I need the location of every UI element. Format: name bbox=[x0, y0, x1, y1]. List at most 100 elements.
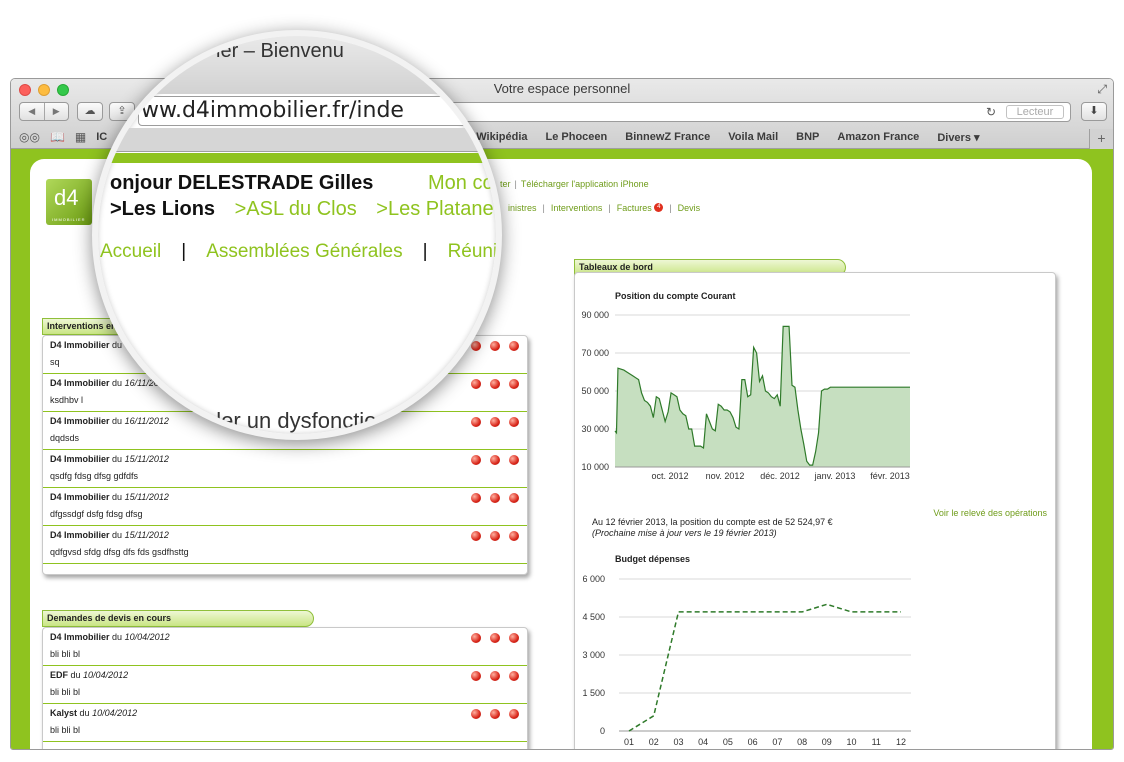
forward-button[interactable]: ▶ bbox=[43, 103, 69, 120]
interventions-link[interactable]: Interventions bbox=[551, 203, 603, 213]
tableaux-panel: Position du compte Courant 90 000 70 000 5… bbox=[574, 272, 1056, 749]
menu-accueil[interactable]: Accueil bbox=[100, 241, 161, 262]
item-du: du bbox=[79, 708, 90, 718]
list-item[interactable]: Kalyst du 10/04/2012 bli bli bl bbox=[43, 704, 527, 742]
signaler-dysfonctionnement-text[interactable]: aler un dysfonctio bbox=[204, 408, 376, 434]
bookmarks-book-icon[interactable]: 📖 bbox=[50, 130, 65, 144]
status-dot-icon[interactable] bbox=[471, 455, 481, 465]
magnifier-content: ier – Bienvenu ww.d4immobilier.fr/inde o… bbox=[98, 36, 496, 434]
item-description: dqdsds bbox=[50, 433, 80, 443]
series-line bbox=[628, 603, 901, 732]
devis-link[interactable]: Devis bbox=[678, 203, 701, 213]
item-company: D4 Immobilier bbox=[50, 454, 110, 464]
list-item[interactable]: EDF du 10/04/2012 bli bli bl bbox=[43, 666, 527, 704]
residence-link-asl[interactable]: >ASL du Clos bbox=[235, 198, 357, 220]
d4-logo[interactable]: d4 IMMOBILIER bbox=[46, 179, 92, 225]
status-dot-icon[interactable] bbox=[490, 709, 500, 719]
item-date: 15/11/2012 bbox=[124, 530, 169, 540]
x-tick-label: févr. 2013 bbox=[870, 471, 910, 481]
item-description: dfgssdgf dsfg fdsg dfsg bbox=[50, 509, 143, 519]
status-dot-icon[interactable] bbox=[490, 633, 500, 643]
item-header: D4 Immobilier du 15/11/2012 bbox=[50, 530, 169, 540]
x-tick-label: 07 bbox=[772, 737, 782, 747]
reader-button[interactable]: Lecteur bbox=[1006, 105, 1064, 119]
magnified-bookmarks-bar bbox=[98, 128, 496, 152]
residence-link-platanes[interactable]: >Les Platane bbox=[376, 198, 493, 220]
top-link[interactable]: ter bbox=[500, 179, 511, 189]
residence-link-lions[interactable]: >Les Lions bbox=[110, 198, 215, 220]
magnified-green-band bbox=[98, 153, 496, 163]
item-status-dots bbox=[471, 709, 519, 719]
sinistres-link[interactable]: inistres bbox=[508, 203, 537, 213]
y-tick-label: 90 000 bbox=[581, 310, 609, 320]
status-dot-icon[interactable] bbox=[490, 531, 500, 541]
item-status-dots bbox=[471, 531, 519, 541]
y-tick-label: 0 bbox=[600, 726, 605, 736]
list-item[interactable]: D4 Immobilier du 10/04/2012 bli bli bl bbox=[43, 628, 527, 666]
bookmark-item[interactable]: Amazon France bbox=[837, 131, 919, 143]
item-header: D4 Immobilier du 15/11/2012 bbox=[50, 492, 169, 502]
factures-link[interactable]: Factures bbox=[617, 203, 652, 213]
new-tab-button[interactable]: + bbox=[1089, 129, 1113, 149]
reading-list-icon[interactable]: ◎◎ bbox=[19, 130, 40, 144]
status-dot-icon[interactable] bbox=[471, 633, 481, 643]
bookmark-item[interactable]: BNP bbox=[796, 131, 819, 143]
item-status-dots bbox=[471, 493, 519, 503]
list-item[interactable]: D4 Immobilier du 15/11/2012 dfgssdgf dsfg… bbox=[43, 488, 527, 526]
budget-line-chart: 6 000 4 500 3 000 1 500 0 01 02 03 04 05 06 07 08 09 1… bbox=[582, 574, 911, 747]
status-dot-icon[interactable] bbox=[471, 493, 481, 503]
status-dot-icon[interactable] bbox=[509, 493, 519, 503]
devis-panel-title: Demandes de devis en cours bbox=[42, 610, 314, 627]
bookmark-folder-divers[interactable]: Divers ▾ bbox=[937, 131, 979, 144]
status-dot-icon[interactable] bbox=[490, 493, 500, 503]
item-company: D4 Immobilier bbox=[50, 632, 110, 642]
status-dot-icon[interactable] bbox=[509, 379, 519, 389]
mon-compte-link[interactable]: Mon co bbox=[428, 172, 494, 195]
menu-reunion[interactable]: Réunion bbox=[448, 241, 496, 262]
item-description: bli bli bl bbox=[50, 649, 81, 659]
status-dot-icon[interactable] bbox=[471, 709, 481, 719]
bookmark-item[interactable]: BinnewZ France bbox=[625, 131, 710, 143]
x-tick-label: oct. 2012 bbox=[651, 471, 688, 481]
list-item[interactable]: D4 Immobilier du 15/11/2012 qdfgvsd sfdg … bbox=[43, 526, 527, 564]
bookmark-item[interactable]: Voila Mail bbox=[728, 131, 778, 143]
item-company: D4 Immobilier bbox=[50, 492, 110, 502]
logo-subtitle: IMMOBILIER bbox=[52, 217, 86, 222]
back-button[interactable]: ◀ bbox=[20, 103, 44, 120]
y-tick-label: 6 000 bbox=[582, 574, 605, 584]
downloads-button[interactable]: ⬇ bbox=[1081, 102, 1107, 121]
bookmark-item[interactable]: Le Phoceen bbox=[546, 131, 608, 143]
status-dot-icon[interactable] bbox=[509, 633, 519, 643]
iphone-app-link[interactable]: Télécharger l'application iPhone bbox=[521, 179, 649, 189]
status-dot-icon[interactable] bbox=[490, 455, 500, 465]
x-tick-label: 10 bbox=[847, 737, 857, 747]
item-status-dots bbox=[471, 671, 519, 681]
x-tick-label: 11 bbox=[872, 737, 881, 747]
top-sites-icon[interactable]: ▦ bbox=[75, 130, 86, 144]
status-dot-icon[interactable] bbox=[471, 671, 481, 681]
menu-assemblees[interactable]: Assemblées Générales bbox=[206, 241, 402, 262]
status-dot-icon[interactable] bbox=[509, 531, 519, 541]
item-du: du bbox=[112, 632, 123, 642]
voir-releve-link[interactable]: Voir le relevé des opérations bbox=[933, 508, 1047, 518]
back-forward-buttons: ◀ ▶ bbox=[19, 102, 69, 121]
sub-links: inistres | Interventions | Factures 4 | Devis bbox=[508, 203, 701, 213]
status-dot-icon[interactable] bbox=[509, 709, 519, 719]
reload-icon[interactable]: ↻ bbox=[986, 105, 996, 119]
status-dot-icon[interactable] bbox=[509, 417, 519, 427]
status-dot-icon[interactable] bbox=[490, 671, 500, 681]
x-tick-label: 09 bbox=[822, 737, 832, 747]
item-status-dots bbox=[471, 633, 519, 643]
status-dot-icon[interactable] bbox=[509, 455, 519, 465]
item-date: 10/04/2012 bbox=[92, 708, 138, 718]
factures-count-badge: 4 bbox=[654, 203, 664, 212]
status-dot-icon[interactable] bbox=[471, 531, 481, 541]
status-dot-icon[interactable] bbox=[509, 671, 519, 681]
list-item[interactable]: D4 Immobilier du 15/11/2012 qsdfg fdsg df… bbox=[43, 450, 527, 488]
y-tick-label: 50 000 bbox=[581, 386, 609, 396]
download-icon: ⬇ bbox=[1089, 105, 1099, 117]
magnified-address-bar[interactable]: ww.d4immobilier.fr/inde bbox=[138, 96, 496, 126]
magnifier-lens: ier – Bienvenu ww.d4immobilier.fr/inde o… bbox=[92, 30, 502, 440]
fullscreen-icon[interactable]: ⤢ bbox=[1097, 82, 1107, 97]
status-dot-icon[interactable] bbox=[509, 341, 519, 351]
